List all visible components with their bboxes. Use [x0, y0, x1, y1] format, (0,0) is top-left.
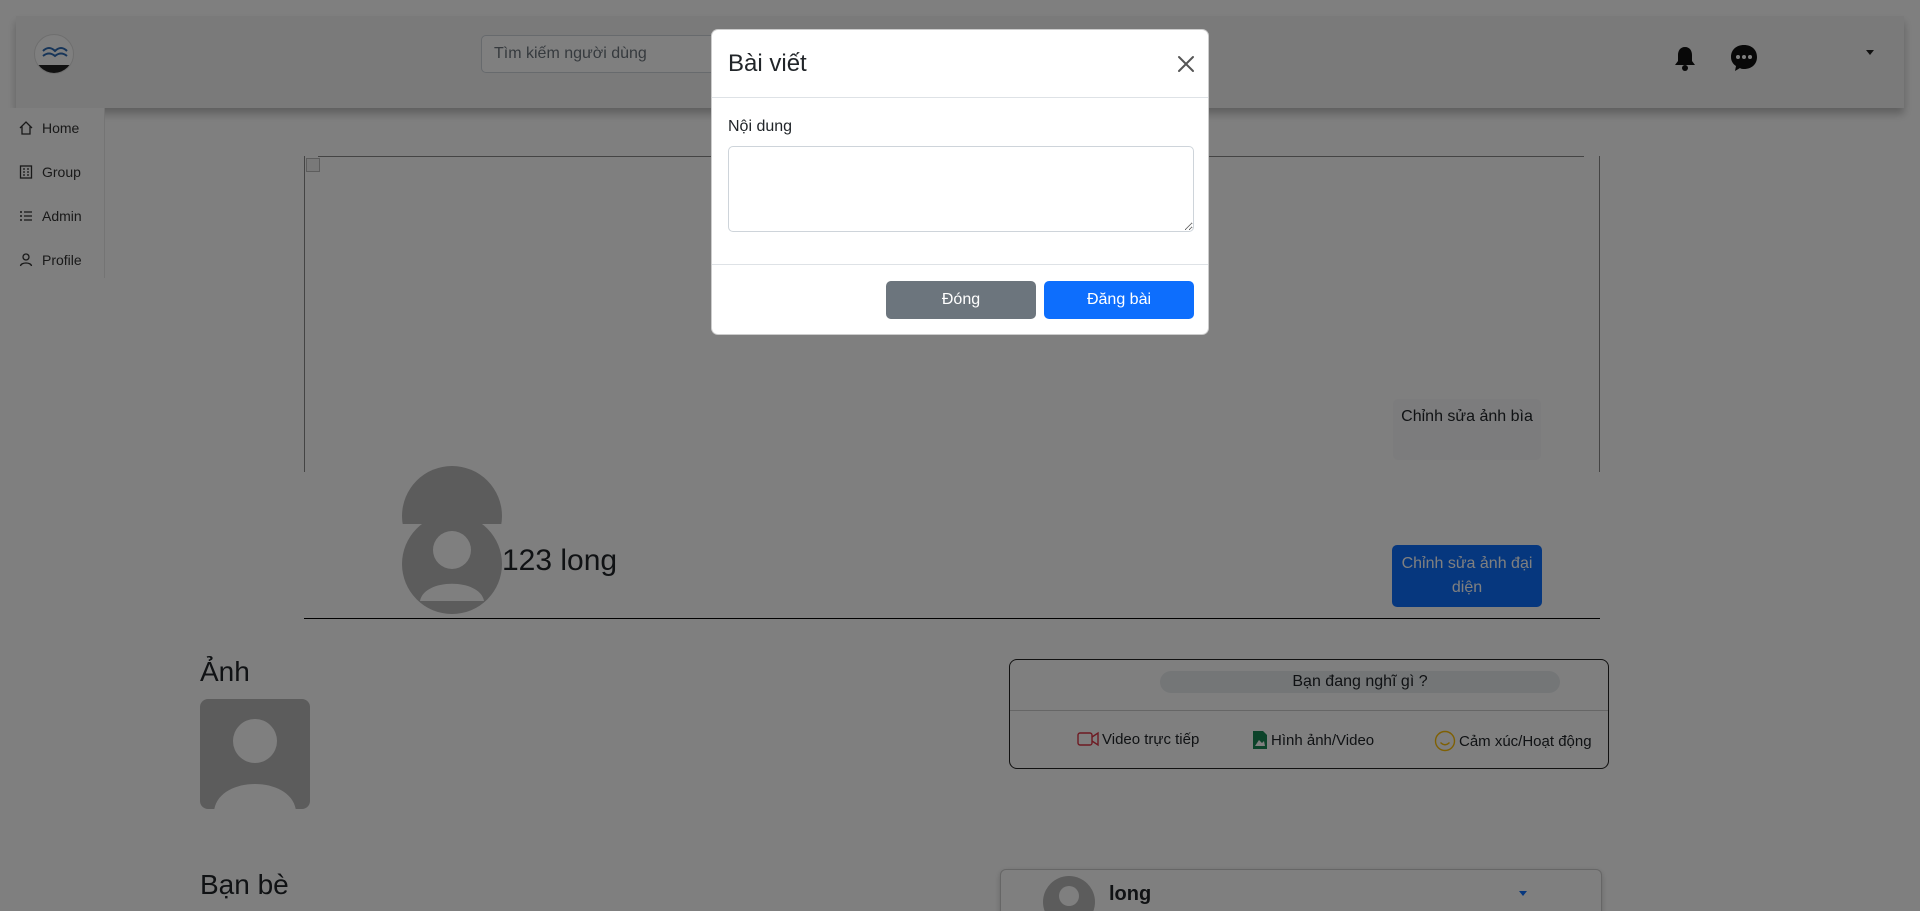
content-textarea[interactable] [728, 146, 1194, 232]
modal-header: Bài viết [712, 30, 1208, 98]
content-label: Nội dung [728, 118, 793, 135]
close-icon[interactable] [1174, 52, 1198, 76]
modal-footer: Đóng Đăng bài [712, 264, 1208, 336]
modal-title: Bài viết [728, 50, 807, 77]
submit-post-button[interactable]: Đăng bài [1044, 281, 1194, 319]
create-post-modal: Bài viết Nội dung Đóng Đăng bài [711, 29, 1209, 335]
close-button[interactable]: Đóng [886, 281, 1036, 319]
